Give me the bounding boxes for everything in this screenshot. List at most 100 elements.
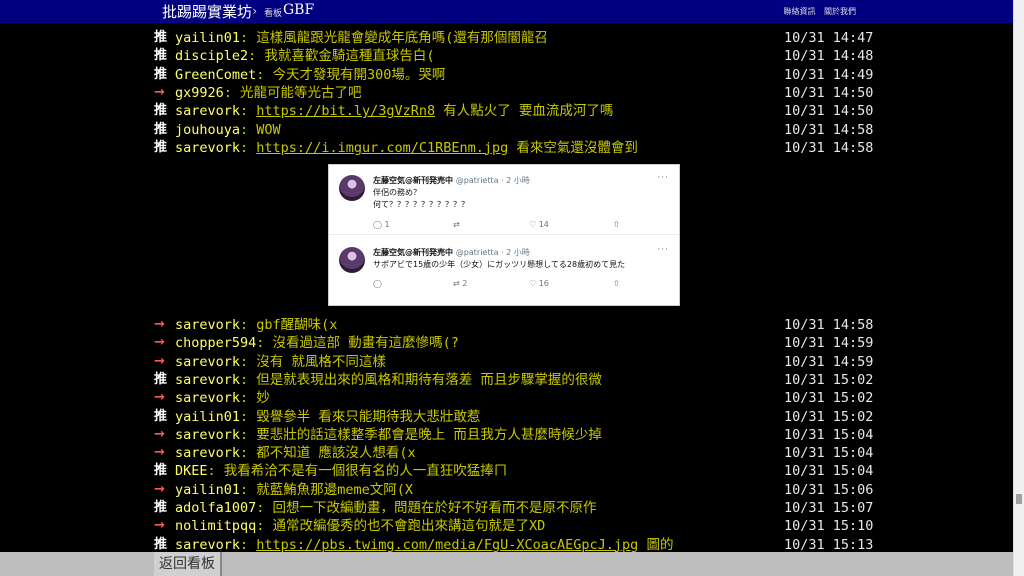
- push-tag: 推: [154, 121, 168, 137]
- push-content: sarevork: https://pbs.twimg.com/media/Fg…: [175, 536, 673, 552]
- push-tag: 推: [154, 371, 168, 387]
- site-logo-link[interactable]: 批踢踢實業坊: [162, 1, 252, 22]
- push-row: 推 sarevork: https://i.imgur.com/C1RBEnm.j…: [154, 139, 873, 157]
- arrow-tag: →: [154, 426, 165, 442]
- push-row: → gx9926: 光龍可能等光古了吧 10/31 14:50: [154, 84, 873, 102]
- push-datetime: 10/31 14:59: [784, 335, 874, 352]
- retweet-icon[interactable]: ⇄: [453, 220, 460, 229]
- push-content: adolfa1007: 回想一下改編動畫，問題在於好不好看而不是原不原作: [175, 499, 597, 517]
- push-message: : 要悲壯的話這樣整季都會是晚上 而且我方人甚麼時候少掉: [240, 426, 602, 443]
- push-tag: 推: [154, 30, 168, 45]
- push-datetime: 10/31 15:07: [784, 500, 874, 516]
- push-content: sarevork: https://bit.ly/3gVzRn8 有人點火了 要…: [175, 102, 613, 120]
- push-message: : 我看希洽不是有一個很有名的人一直狂吹猛捧ㄇ: [207, 463, 508, 480]
- tweet-author[interactable]: 左藤空気@新刊発売中 @patrietta · 2 小時: [373, 247, 530, 258]
- push-row: → yailin01: 就藍鮪魚那邊meme文阿(X 10/31 15:06: [154, 481, 873, 499]
- push-datetime: 10/31 14:58: [784, 317, 874, 333]
- push-row: 推 sarevork: https://pbs.twimg.com/media/F…: [154, 536, 873, 552]
- push-userid: DKEE: [175, 463, 208, 480]
- nav-contact-link[interactable]: 聯絡資訊: [783, 7, 815, 16]
- avatar[interactable]: [339, 247, 365, 273]
- push-tag: 推: [154, 48, 168, 64]
- push-row: 推 yailin01: 這樣風龍跟光龍會變成年底角嗎(還有那個闇龍召 10/31 1…: [154, 29, 873, 47]
- push-row: → sarevork: 都不知道 應該沒人想看(x 10/31 15:04: [154, 444, 873, 462]
- back-to-board-button[interactable]: 返回看板: [154, 552, 222, 576]
- share-icon[interactable]: ⇧: [613, 279, 620, 288]
- push-userid: sarevork: [175, 536, 241, 552]
- push-message-prefix: :: [240, 103, 257, 120]
- tweet-card[interactable]: 左藤空気@新刊発売中 @patrietta · 2 小時 ··· 伴侶の務め？ …: [329, 165, 679, 235]
- push-message-suffix: 有人點火了 要血流成河了嗎: [435, 103, 614, 120]
- push-link[interactable]: https://bit.ly/3gVzRn8: [256, 103, 435, 119]
- scrollbar-thumb[interactable]: [1016, 494, 1022, 504]
- reply-icon[interactable]: ◯ 1: [373, 220, 390, 229]
- page-scrollbar[interactable]: [1013, 0, 1024, 576]
- push-row: 推 sarevork: https://bit.ly/3gVzRn8 有人點火了 …: [154, 102, 873, 120]
- push-row: → sarevork: 妙 10/31 15:02: [154, 389, 873, 407]
- push-userid: yailin01: [175, 30, 241, 46]
- push-message: : 毀譽參半 看來只能期待我大悲壯敢惹: [240, 408, 481, 425]
- push-content: sarevork: 妙: [175, 389, 270, 407]
- tweet-author[interactable]: 左藤空気@新刊発売中 @patrietta · 2 小時: [373, 175, 530, 186]
- arrow-tag: →: [154, 317, 165, 332]
- push-link[interactable]: https://pbs.twimg.com/media/FgU-XCoacAEG…: [256, 537, 638, 552]
- push-message: : https://i.imgur.com/C1RBEnm.jpg 看來空氣還沒…: [240, 140, 638, 156]
- arrow-tag: →: [154, 353, 165, 369]
- push-content: jouhouya: WOW: [175, 121, 281, 139]
- push-userid: sarevork: [175, 103, 241, 120]
- push-message: : 我就喜歡金騎這種直球告白(: [248, 48, 435, 65]
- push-datetime: 10/31 15:04: [784, 445, 874, 462]
- top-bar: 批踢踢實業坊 › 看板 GBF 聯絡資訊 關於我們: [0, 0, 1024, 23]
- reply-icon[interactable]: ◯: [373, 279, 382, 288]
- nav-about-link[interactable]: 關於我們: [824, 7, 856, 16]
- push-message: : 都不知道 應該沒人想看(x: [240, 445, 416, 462]
- push-userid: sarevork: [175, 371, 241, 388]
- push-message: : https://bit.ly/3gVzRn8 有人點火了 要血流成河了嗎: [240, 103, 613, 119]
- more-icon[interactable]: ···: [657, 245, 669, 255]
- retweet-icon[interactable]: ⇄ 2: [453, 279, 467, 288]
- push-row: 推 DKEE: 我看希洽不是有一個很有名的人一直狂吹猛捧ㄇ 10/31 15:04: [154, 462, 873, 480]
- push-userid: yailin01: [175, 481, 241, 498]
- push-message-suffix: 圖的: [638, 536, 674, 552]
- arrow-tag: →: [154, 335, 165, 351]
- push-datetime: 10/31 14:58: [784, 121, 874, 138]
- push-datetime: 10/31 15:04: [784, 463, 874, 480]
- avatar[interactable]: [339, 175, 365, 201]
- push-message: : 就藍鮪魚那邊meme文阿(X: [240, 481, 414, 498]
- push-userid: sarevork: [175, 445, 241, 462]
- push-userid: sarevork: [175, 139, 241, 156]
- like-icon[interactable]: ♡ 16: [529, 279, 549, 288]
- tweet-card[interactable]: 左藤空気@新刊発売中 @patrietta · 2 小時 ··· サポアビで15…: [329, 237, 679, 305]
- breadcrumb-board-link[interactable]: GBF: [283, 2, 314, 18]
- tweet-text: 伴侶の務め？ 何て？？？？？？？？？？: [373, 188, 469, 209]
- push-content: sarevork: 都不知道 應該沒人想看(x: [175, 444, 416, 462]
- push-userid: disciple2: [175, 48, 249, 65]
- push-link[interactable]: https://i.imgur.com/C1RBEnm.jpg: [256, 140, 508, 156]
- push-tag: 推: [154, 139, 168, 155]
- push-content: yailin01: 毀譽參半 看來只能期待我大悲壯敢惹: [175, 408, 480, 426]
- push-message: : 通常改編優秀的也不會跑出來講這句就是了XD: [256, 518, 546, 535]
- push-datetime: 10/31 14:47: [784, 30, 874, 46]
- push-message: : 妙: [240, 390, 270, 407]
- push-tag: 推: [154, 103, 168, 119]
- push-message-prefix: :: [240, 536, 257, 552]
- push-content: GreenComet: 今天才發現有開300場。哭啊: [175, 66, 445, 84]
- more-icon[interactable]: ···: [657, 173, 669, 183]
- push-row: → sarevork: 要悲壯的話這樣整季都會是晚上 而且我方人甚麼時候少掉 10/…: [154, 426, 873, 444]
- comment-area: 推 yailin01: 這樣風龍跟光龍會變成年底角嗎(還有那個闇龍召 10/31 1…: [0, 23, 1013, 552]
- arrow-tag: →: [154, 84, 165, 100]
- push-message: : 沒看過這部 動畫有這麼慘嗎(?: [256, 335, 459, 352]
- breadcrumb-label: 看板: [264, 9, 283, 19]
- share-icon[interactable]: ⇧: [613, 220, 620, 229]
- push-content: DKEE: 我看希洽不是有一個很有名的人一直狂吹猛捧ㄇ: [175, 462, 507, 480]
- twitter-embed[interactable]: 左藤空気@新刊発売中 @patrietta · 2 小時 ··· 伴侶の務め？ …: [328, 164, 680, 306]
- push-userid: GreenComet: [175, 66, 257, 83]
- push-datetime: 10/31 14:58: [784, 139, 874, 156]
- arrow-tag: →: [154, 518, 165, 534]
- push-message: : https://pbs.twimg.com/media/FgU-XCoacA…: [240, 537, 673, 552]
- push-datetime: 10/31 15:02: [784, 390, 874, 407]
- push-datetime: 10/31 14:50: [784, 103, 874, 120]
- arrow-tag: →: [154, 445, 165, 461]
- push-message: : 回想一下改編動畫，問題在於好不好看而不是原不原作: [256, 500, 597, 516]
- like-icon[interactable]: ♡ 14: [529, 220, 549, 229]
